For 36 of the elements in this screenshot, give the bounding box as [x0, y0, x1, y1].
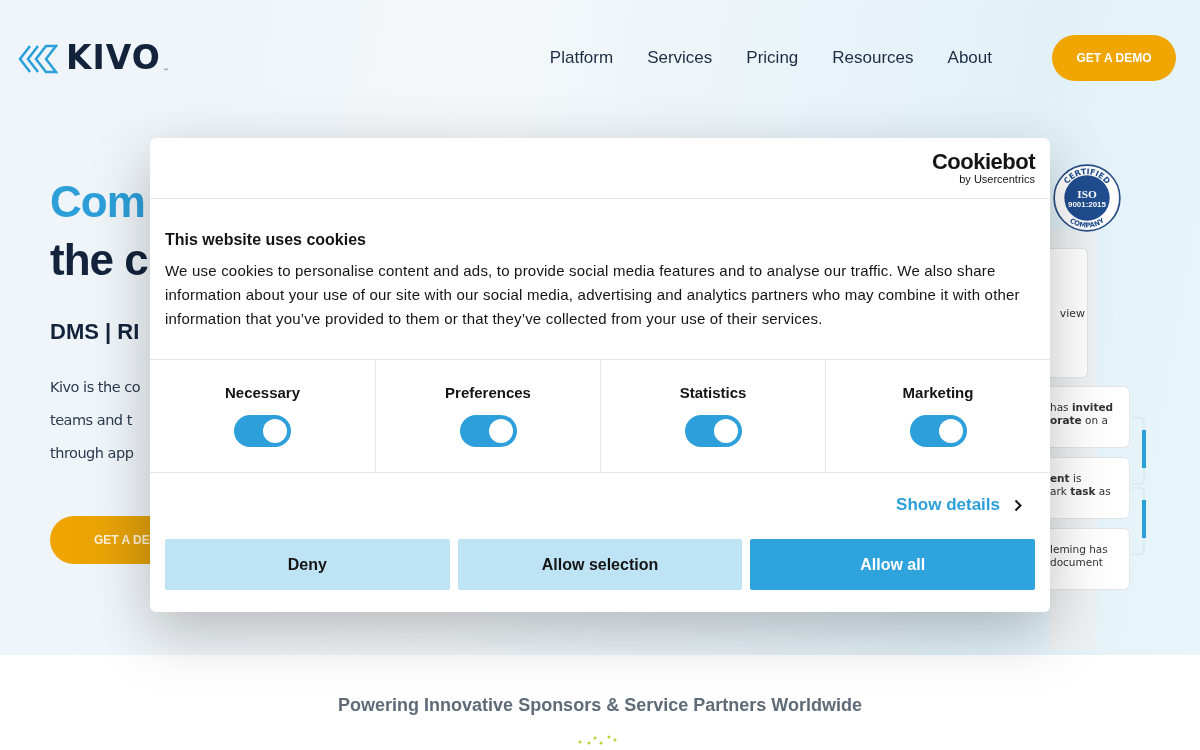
headline: Com	[50, 176, 146, 228]
nav-link[interactable]: Services	[647, 47, 713, 68]
cookiebot-logo: Cookiebot	[931, 151, 1035, 173]
card-text: leming has	[1050, 543, 1109, 556]
cookie-description: We use cookies to personalise content and ads, to provide social media features and to analyse our traffic. We also share information about your use of our site with our social media, advertising and analytics partners who may combine it with other information that you’ve provided to them or that they’ve collected from your use of their services.	[165, 261, 1021, 329]
category-toggle[interactable]	[684, 415, 742, 447]
logo-wordmark[interactable]: KIVO	[66, 41, 161, 74]
card-text: orate on a	[1050, 414, 1109, 427]
logo-icon	[16, 44, 58, 74]
hero-text: through app	[50, 444, 135, 463]
card-text: view	[1059, 306, 1086, 320]
dialog-title: This website uses cookies	[165, 231, 367, 249]
category-label: Statistics	[679, 384, 747, 401]
hero-text: teams and t	[50, 411, 133, 430]
nav-link[interactable]: Platform	[549, 47, 614, 68]
category-toggle[interactable]	[909, 415, 967, 447]
category-toggle[interactable]	[459, 415, 517, 447]
category-label: Necessary	[224, 384, 301, 401]
chevron-right-icon	[1014, 498, 1022, 512]
nav-link[interactable]: Resources	[832, 47, 914, 68]
subheadline: DMS | RI	[50, 319, 141, 345]
nav-link[interactable]: About	[947, 47, 992, 68]
card-text: ent is	[1050, 472, 1083, 485]
consent-button[interactable]: Deny	[165, 539, 450, 590]
cookiebot-tagline: by Usercentrics	[959, 173, 1035, 185]
card-text: has invited	[1050, 401, 1115, 414]
category-toggle[interactable]	[234, 415, 291, 447]
category-label: Preferences	[445, 384, 531, 401]
nav-link[interactable]: Pricing	[746, 47, 799, 68]
card-text: ark task as	[1050, 485, 1112, 498]
category-label: Marketing	[902, 384, 974, 401]
headline: the c	[50, 234, 149, 286]
consent-button[interactable]: Allow selection	[457, 539, 743, 590]
hero-text: Kivo is the co	[50, 378, 142, 397]
card-text: document	[1050, 556, 1104, 569]
partners-heading: Powering Innovative Sponsors & Service Partners Worldwide	[338, 695, 862, 716]
